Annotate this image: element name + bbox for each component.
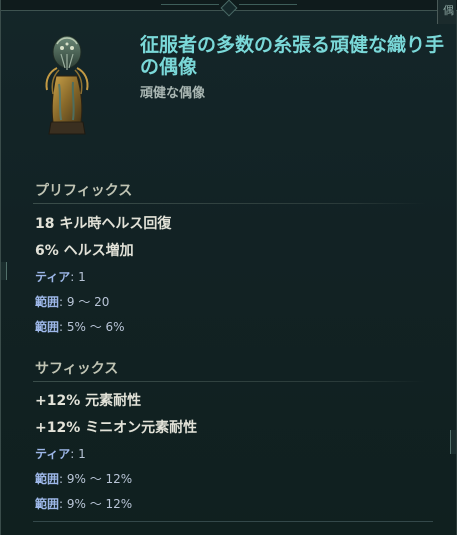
suffix-stat-minion-elemental-res: +12% ミニオン元素耐性 <box>35 420 198 436</box>
prefix-stat-health: 6% ヘルス増加 <box>35 243 134 259</box>
weaver-idol-icon <box>45 35 89 135</box>
left-edge-ornament <box>1 262 7 280</box>
prefix-header: プリフィックス <box>35 183 133 199</box>
top-ornament-diamond <box>220 0 238 17</box>
suffix-range-1: 範囲: 9% 〜 12% <box>35 470 132 487</box>
corner-tab: 偶 <box>437 0 456 24</box>
prefix-range-2-label: 範囲 <box>35 320 60 334</box>
item-tooltip: 偶 征服者の多数の糸張る頑健な織り手の偶像 頑健な偶像 プリフィックス 18 キ… <box>0 0 457 535</box>
prefix-range-1: 範囲: 9 〜 20 <box>35 293 109 310</box>
suffix-tier-value: : 1 <box>70 447 86 461</box>
suffix-tier-label: ティア <box>35 447 71 461</box>
prefix-stat-kill-health: 18 キル時ヘルス回復 <box>35 216 172 232</box>
top-ornament-line-right <box>239 4 297 5</box>
top-ornament-line-left <box>161 4 219 5</box>
suffix-range-1-value: : 9% 〜 12% <box>59 472 133 486</box>
prefix-range-1-value: : 9 〜 20 <box>59 295 110 309</box>
tooltip-top-border <box>1 0 457 17</box>
item-type: 頑健な偶像 <box>140 86 206 101</box>
prefix-tier: ティア: 1 <box>35 268 86 285</box>
item-name: 征服者の多数の糸張る頑健な織り手の偶像 <box>140 34 445 78</box>
prefix-divider <box>33 203 425 204</box>
corner-tab-label: 偶 <box>443 4 454 17</box>
suffix-range-2-value: : 9% 〜 12% <box>59 497 133 511</box>
suffix-header: サフィックス <box>35 361 119 377</box>
suffix-tier: ティア: 1 <box>35 445 86 462</box>
suffix-divider <box>33 381 425 382</box>
prefix-range-2: 範囲: 5% 〜 6% <box>35 318 125 335</box>
right-edge-ornament <box>450 430 456 454</box>
bottom-divider <box>33 521 433 522</box>
suffix-range-2-label: 範囲 <box>35 497 60 511</box>
suffix-range-2: 範囲: 9% 〜 12% <box>35 495 132 512</box>
suffix-stat-elemental-res: +12% 元素耐性 <box>35 393 142 409</box>
prefix-tier-value: : 1 <box>70 270 86 284</box>
prefix-range-1-label: 範囲 <box>35 295 60 309</box>
prefix-tier-label: ティア <box>35 270 71 284</box>
prefix-range-2-value: : 5% 〜 6% <box>59 320 125 334</box>
suffix-range-1-label: 範囲 <box>35 472 60 486</box>
